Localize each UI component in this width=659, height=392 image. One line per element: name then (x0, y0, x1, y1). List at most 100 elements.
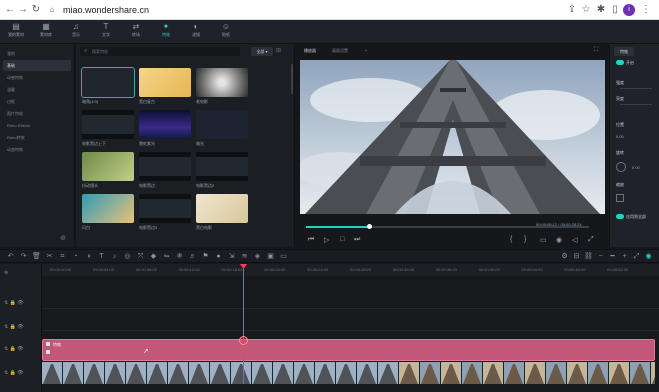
grid-view-icon[interactable]: ⊞ (276, 47, 281, 54)
chevron-down-icon[interactable]: ⌄ (364, 47, 368, 53)
stop-icon[interactable]: □ (340, 236, 344, 243)
effect-thumbnail[interactable] (81, 67, 135, 98)
add-track-icon[interactable]: ⊕ (4, 270, 8, 276)
filter-dropdown[interactable]: 全部 ▾ (251, 47, 273, 56)
mark-in-icon[interactable]: { (510, 236, 512, 243)
apply-toggle[interactable] (616, 214, 624, 219)
tab-transition[interactable]: ⇄ 转场 (122, 22, 150, 42)
brightness-slider[interactable] (620, 104, 652, 105)
category-item[interactable]: 动感特效 (3, 72, 71, 83)
music-tool-icon[interactable]: ♪ (110, 252, 119, 261)
extensions-icon[interactable]: ✱ (595, 4, 607, 16)
link-icon[interactable]: ⛓ (584, 252, 593, 261)
transform-icon[interactable]: ⤧ (136, 252, 145, 261)
strength-slider[interactable] (620, 88, 652, 89)
effect-thumbnail[interactable] (196, 194, 248, 223)
tab-effects[interactable]: ✦ 特效 (152, 22, 180, 42)
effect-thumbnail[interactable] (139, 110, 191, 139)
effect-thumbnail[interactable] (139, 152, 191, 181)
keyframe-icon[interactable]: ◆ (149, 252, 158, 261)
settings-icon[interactable]: ⚙ (560, 252, 569, 261)
mask-icon[interactable]: ◎ (123, 252, 132, 261)
track-4-controls[interactable]: ⇅ 🔒 👁 (4, 370, 24, 376)
monitor-icon[interactable]: ▭ (540, 236, 547, 244)
undo-icon[interactable]: ↶ (6, 252, 15, 261)
snapshot-icon[interactable]: ◉ (556, 236, 562, 244)
grid-scrollbar[interactable] (291, 64, 293, 94)
bookmark-icon[interactable]: ☆ (580, 4, 592, 16)
record-icon[interactable]: ● (214, 252, 223, 261)
track-2-controls[interactable]: ⇅ 🔒 👁 (4, 324, 24, 330)
color-icon[interactable]: ◑ (84, 252, 93, 261)
share-icon[interactable]: ⇪ (566, 4, 578, 16)
search-box[interactable]: ⌕ 搜索特效 (80, 47, 240, 56)
tab-library[interactable]: ▦ 素材库 (32, 22, 60, 42)
effect-thumbnail[interactable] (196, 68, 248, 97)
tab-text[interactable]: T 文字 (92, 22, 120, 42)
effect-thumbnail[interactable] (82, 110, 134, 139)
zoom-slider-icon[interactable]: ━ (608, 252, 617, 261)
preview-tab-player[interactable]: 播放器 (304, 48, 316, 54)
category-item[interactable]: 动态特效 (3, 144, 71, 155)
effect-thumbnail[interactable] (139, 194, 191, 223)
zoom-in-icon[interactable]: + (620, 252, 629, 261)
volume-icon[interactable]: ◁ (572, 236, 577, 244)
track-1-controls[interactable]: ⇅ 🔒 👁 (4, 300, 24, 306)
category-item[interactable]: 边框 (3, 96, 71, 107)
video-clip[interactable] (42, 362, 655, 384)
freeze-icon[interactable]: ❄ (175, 252, 184, 261)
tab-filter[interactable]: ◐ 滤镜 (182, 22, 210, 42)
play-icon[interactable]: ▷ (324, 236, 329, 244)
effect-thumbnail[interactable] (196, 152, 248, 181)
layout-icon[interactable]: ▣ (266, 252, 275, 261)
add-icon[interactable]: ⊕ (60, 234, 66, 242)
menu-icon[interactable]: ⋮ (640, 4, 652, 16)
detach-icon[interactable]: ⇲ (227, 252, 236, 261)
prev-frame-icon[interactable]: ⏮ (308, 236, 314, 244)
category-item[interactable]: 我的 (3, 48, 71, 59)
avatar[interactable]: i (623, 4, 635, 16)
expand-icon[interactable]: ⤢ (588, 236, 594, 244)
url-field[interactable]: miao.wondershare.cn (63, 5, 149, 15)
rotation-dial[interactable] (616, 162, 626, 172)
zoom-out-icon[interactable]: − (596, 252, 605, 261)
tab-folder[interactable]: ▤ 我的素材 (2, 22, 30, 42)
fit-icon[interactable]: ⤢ (632, 252, 641, 261)
track-3-controls[interactable]: ⇅ 🔒 👁 (4, 346, 24, 352)
speed-icon[interactable]: ◔ (71, 252, 80, 261)
next-frame-icon[interactable]: ⏭ (354, 236, 360, 244)
back-icon[interactable]: ← (4, 4, 16, 16)
sidebar-icon[interactable]: ▯ (609, 4, 621, 16)
forward-icon[interactable]: → (17, 4, 29, 16)
value-b[interactable]: 0.00 (632, 165, 640, 170)
effect-clip[interactable]: 特效 (42, 339, 655, 361)
preview-tab-settings[interactable]: 画面设置 (332, 48, 348, 54)
marker-icon[interactable]: ⚑ (201, 252, 210, 261)
props-tab[interactable]: 特效 (614, 47, 634, 56)
tab-music[interactable]: ♫ 音乐 (62, 22, 90, 42)
category-item[interactable]: 基础 (3, 60, 71, 71)
split-icon[interactable]: ✂ (45, 252, 54, 261)
crop-icon[interactable]: ⌗ (58, 252, 67, 261)
chroma-icon[interactable]: ◈ (253, 252, 262, 261)
delete-icon[interactable]: 🗑 (32, 252, 41, 261)
value-a[interactable]: 0.00 (616, 134, 624, 139)
playhead[interactable] (243, 264, 244, 384)
enable-toggle[interactable] (616, 60, 624, 65)
effect-thumbnail[interactable] (196, 110, 248, 139)
progress-handle[interactable] (367, 224, 372, 229)
mark-out-icon[interactable]: } (524, 236, 526, 243)
effect-thumbnail[interactable] (139, 68, 191, 97)
timeline-ruler[interactable]: 00:00:00:00 00:00:04:00 00:00:08:00 00:00:1… (42, 264, 659, 276)
effect-thumbnail[interactable] (82, 152, 134, 181)
audio-icon[interactable]: ♬ (188, 252, 197, 261)
stabilize-icon[interactable]: ≋ (240, 252, 249, 261)
fullscreen-icon[interactable]: ⛶ (594, 47, 598, 54)
magnet-icon[interactable]: ◉ (644, 252, 653, 261)
category-item[interactable]: 图片特效 (3, 108, 71, 119)
effect-thumbnail[interactable] (82, 194, 134, 223)
scale-checkbox[interactable] (616, 194, 624, 202)
text-tool-icon[interactable]: T (97, 252, 106, 261)
category-item[interactable]: Retro特效 (3, 132, 71, 143)
category-item[interactable]: 温暖 (3, 84, 71, 95)
